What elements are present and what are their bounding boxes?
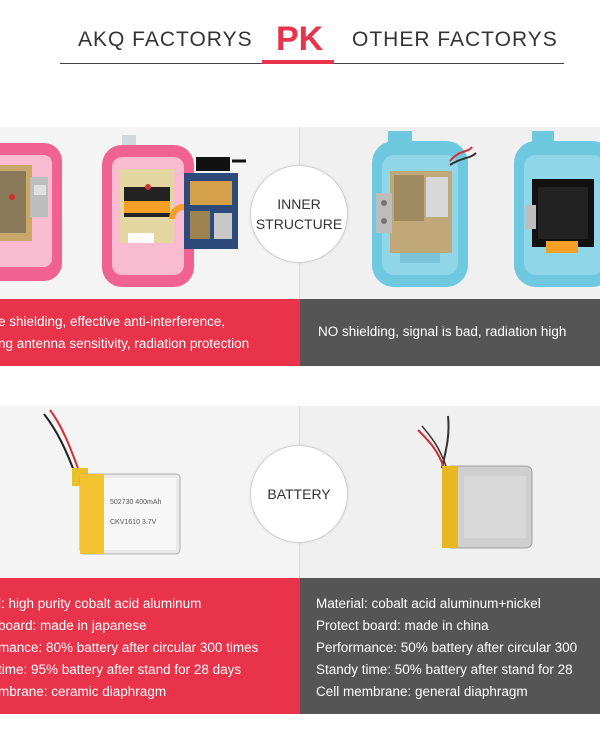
pk-label: PK bbox=[276, 20, 324, 58]
other-battery-line: Protect board: made in china bbox=[316, 618, 489, 633]
comparison-header: AKQ FACTORYS PK OTHER FACTORYS bbox=[0, 0, 600, 70]
other-battery-line: Performance: 50% battery after circular … bbox=[316, 640, 578, 655]
other-battery-line: Cell membrane: general diaphragm bbox=[316, 684, 528, 699]
inner-structure-title-line1: INNER bbox=[277, 196, 321, 212]
battery-title: BATTERY bbox=[267, 486, 331, 502]
inner-structure-badge: INNER STRUCTURE bbox=[250, 165, 348, 263]
akq-structure-line: ng antenna sensitivity, radiation protec… bbox=[0, 336, 250, 351]
akq-battery-description: l: high purity cobalt acid aluminum boar… bbox=[0, 578, 300, 714]
akq-battery-line: board: made in japanese bbox=[0, 618, 147, 633]
inner-structure-panel: INNER STRUCTURE bbox=[0, 127, 600, 299]
battery-badge: BATTERY bbox=[250, 445, 348, 543]
akq-structure-description: e shielding, effective anti-interference… bbox=[0, 299, 300, 366]
akq-battery-line: mance: 80% battery after circular 300 ti… bbox=[0, 640, 259, 655]
header-accent-underline bbox=[262, 60, 334, 64]
akq-battery-line: time: 95% battery after stand for 28 day… bbox=[0, 662, 242, 677]
other-battery-description: Material: cobalt acid aluminum+nickel Pr… bbox=[300, 578, 600, 714]
other-battery-line: Standy time: 50% battery after stand for… bbox=[316, 662, 573, 677]
inner-structure-title-line2: STRUCTURE bbox=[255, 216, 343, 232]
akq-battery-line: l: high purity cobalt acid aluminum bbox=[0, 596, 202, 611]
akq-battery-line: mbrane: ceramic diaphragm bbox=[0, 684, 167, 699]
other-structure-description: NO shielding, signal is bad, radiation h… bbox=[300, 299, 600, 366]
other-factory-label: OTHER FACTORYS bbox=[352, 28, 558, 51]
akq-factory-label: AKQ FACTORYS bbox=[78, 28, 253, 51]
akq-structure-line: e shielding, effective anti-interference… bbox=[0, 314, 226, 329]
battery-label-1: 502730 400mAh bbox=[110, 499, 161, 506]
battery-label-2: CKV1610 3.7V bbox=[110, 519, 157, 526]
other-structure-line: NO shielding, signal is bad, radiation h… bbox=[318, 324, 567, 339]
other-battery-line: Material: cobalt acid aluminum+nickel bbox=[316, 596, 541, 611]
battery-panel: 502730 400mAh CKV1610 3.7V BATTERY bbox=[0, 406, 600, 578]
